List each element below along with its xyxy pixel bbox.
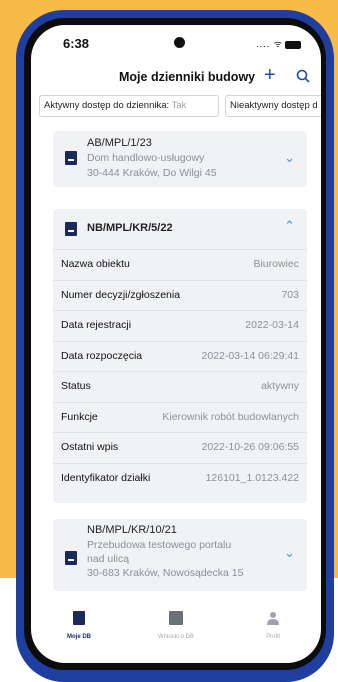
tab-moje-db[interactable]: Moje DB: [39, 611, 119, 640]
chevron-down-icon[interactable]: ⌄: [284, 150, 295, 166]
filter-chips: Aktywny dostęp do dziennika: Tak Nieakty…: [39, 95, 321, 117]
tab-label: Moje DB: [67, 634, 91, 640]
tab-bar: Moje DB Wnioski o DB Profil: [31, 599, 321, 663]
detail-label: Data rejestracji: [61, 319, 132, 331]
diary-card-expanded: NB/MPL/KR/5/22 ⌃ Nazwa obiektu Biurowiec …: [53, 209, 307, 503]
card-code: AB/MPL/1/23: [87, 137, 152, 149]
filter-chip-inactive[interactable]: Nieaktywny dostęp d: [225, 95, 321, 117]
detail-label: Ostatni wpis: [61, 441, 119, 453]
detail-value: aktywny: [261, 380, 299, 392]
status-time: 6:38: [63, 36, 90, 51]
detail-value: 2022-03-14: [245, 319, 299, 331]
page-title: Moje dzienniki budowy: [119, 70, 256, 84]
detail-row: Funkcje Kierownik robót budowlanych: [53, 401, 307, 433]
card-address: 30-683 Kraków, Nowosądecka 15: [87, 567, 244, 579]
detail-label: Nazwa obiektu: [61, 258, 130, 270]
detail-label: Funkcje: [61, 410, 98, 423]
detail-value: Kierownik robót budowlanych: [162, 410, 299, 423]
detail-row: Nazwa obiektu Biurowiec: [53, 249, 307, 280]
chevron-up-icon[interactable]: ⌃: [284, 218, 295, 234]
filter-chip-label: Aktywny dostęp do dziennika:: [44, 100, 170, 111]
signal-text: .... ᯤ: [256, 39, 283, 49]
card-name: Dom handlowo-usługowy: [87, 152, 205, 164]
details-list: Nazwa obiektu Biurowiec Numer decyzji/zgł…: [53, 249, 307, 493]
app-screen: 6:38 .... ᯤ Moje dzienniki budowy + Akty…: [31, 25, 321, 663]
detail-label: Status: [61, 380, 91, 392]
diary-book-icon: [65, 222, 77, 236]
detail-label: Data rozpoczęcia: [61, 349, 143, 362]
nav-bar: Moje dzienniki budowy +: [31, 61, 321, 95]
tab-label: Wnioski o DB: [157, 634, 194, 640]
tab-label: Profil: [266, 634, 280, 640]
camera-dot: [174, 37, 185, 48]
detail-label: Identyfikator działki: [61, 471, 151, 484]
filter-chip-label: Nieaktywny dostęp d: [230, 100, 318, 111]
detail-row: Ostatni wpis 2022-10-26 09:06:55: [53, 432, 307, 463]
card-name: Przebudowa testowego portalu: [87, 539, 232, 551]
filter-chip-active[interactable]: Aktywny dostęp do dziennika: Tak: [39, 95, 219, 117]
detail-label: Numer decyzji/zgłoszenia: [61, 288, 181, 301]
detail-row: Status aktywny: [53, 371, 307, 402]
status-bar: 6:38 .... ᯤ: [31, 25, 321, 61]
diary-book-icon: [65, 151, 77, 165]
signal-icon: .... ᯤ: [256, 37, 301, 50]
detail-value: Biurowiec: [253, 258, 299, 270]
filter-chip-value: Tak: [171, 100, 187, 111]
battery-icon: [285, 40, 301, 49]
detail-row: Identyfikator działki 126101_1.0123.422: [53, 462, 307, 494]
person-icon: [267, 612, 279, 629]
detail-value: 703: [281, 288, 299, 301]
tab-wnioski[interactable]: Wnioski o DB: [136, 611, 216, 640]
detail-row: Data rozpoczęcia 2022-03-14 06:29:41: [53, 340, 307, 372]
search-icon[interactable]: [296, 69, 310, 88]
documents-icon: [169, 611, 183, 625]
detail-value: 2022-10-26 09:06:55: [201, 441, 300, 453]
card-code: NB/MPL/KR/10/21: [87, 524, 177, 536]
diary-card[interactable]: AB/MPL/1/23 Dom handlowo-usługowy 30-444…: [53, 131, 307, 187]
detail-row: Numer decyzji/zgłoszenia 703: [53, 279, 307, 311]
chevron-down-icon[interactable]: ⌄: [284, 545, 295, 561]
card-name-line2: nad ulicą: [87, 553, 130, 565]
tab-profil[interactable]: Profil: [233, 611, 313, 640]
detail-value: 126101_1.0123.422: [205, 471, 299, 484]
book-icon: [73, 611, 85, 625]
card-code[interactable]: NB/MPL/KR/5/22: [87, 222, 173, 234]
add-button[interactable]: +: [264, 64, 276, 87]
card-address: 30-444 Kraków, Do Wilgi 45: [87, 167, 217, 179]
detail-value: 2022-03-14 06:29:41: [201, 349, 300, 362]
diary-book-icon: [65, 551, 77, 565]
diary-card[interactable]: NB/MPL/KR/10/21 Przebudowa testowego por…: [53, 519, 307, 591]
detail-row: Data rejestracji 2022-03-14: [53, 310, 307, 341]
